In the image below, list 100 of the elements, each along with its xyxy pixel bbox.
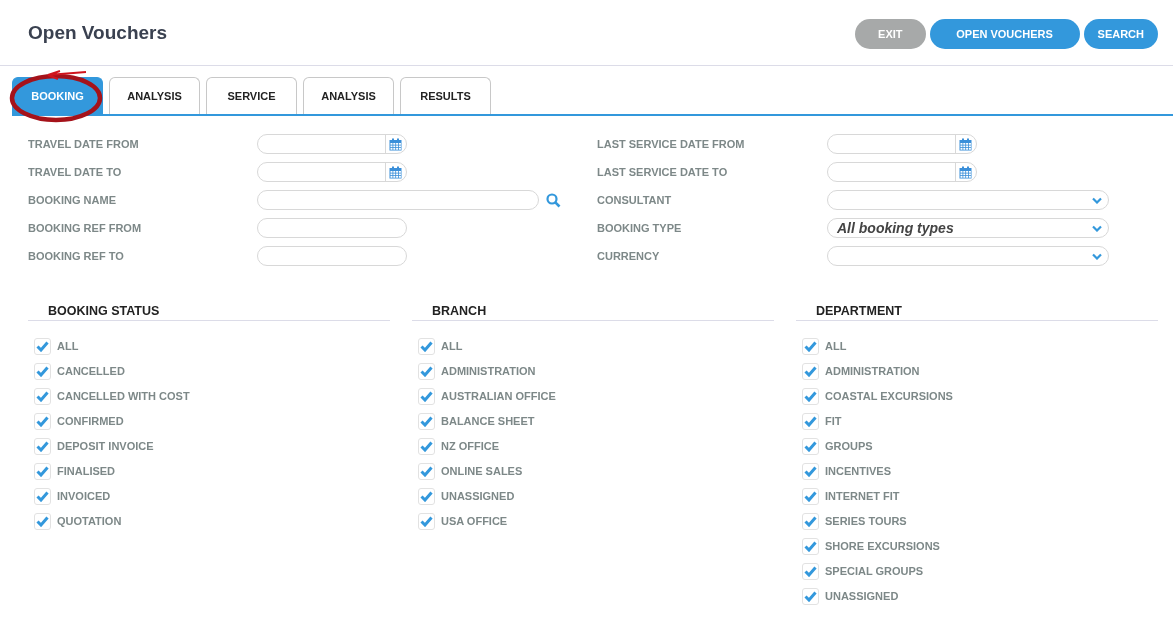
chevron-down-icon — [1092, 252, 1102, 260]
checkbox-label: SERIES TOURS — [825, 515, 907, 527]
checkbox-label: SPECIAL GROUPS — [825, 565, 924, 577]
checkbox-label: ONLINE SALES — [441, 465, 523, 477]
checkmark-icon — [36, 365, 49, 377]
checkmark-icon — [804, 440, 817, 452]
input-field[interactable] — [257, 218, 407, 238]
input-field[interactable] — [257, 246, 407, 266]
date-field[interactable] — [827, 134, 977, 154]
dropdown-field[interactable] — [827, 246, 1109, 266]
checkbox-label: ALL — [825, 340, 847, 352]
checkbox[interactable] — [34, 412, 51, 430]
checkbox-label: DEPOSIT INVOICE — [57, 440, 154, 452]
checkbox-label: INCENTIVES — [825, 465, 891, 477]
checkmark-icon — [36, 390, 49, 402]
calendar-icon[interactable] — [959, 137, 972, 151]
search-icon[interactable] — [546, 192, 561, 208]
dropdown-field[interactable] — [827, 190, 1109, 210]
checkbox-label: ADMINISTRATION — [825, 365, 920, 377]
checkmark-icon — [804, 340, 817, 352]
checkbox[interactable] — [802, 462, 819, 480]
checkmark-icon — [420, 515, 433, 527]
checkbox[interactable] — [34, 512, 51, 530]
checkmark-icon — [420, 440, 433, 452]
checkbox[interactable] — [418, 462, 435, 480]
checkbox-label: ALL — [441, 340, 463, 352]
tab[interactable]: ANALYSIS — [303, 77, 394, 114]
checkmark-icon — [36, 415, 49, 427]
calendar-icon[interactable] — [959, 165, 972, 179]
field-label: LAST SERVICE DATE FROM — [597, 138, 746, 150]
checkmark-icon — [804, 390, 817, 402]
checkbox[interactable] — [802, 537, 819, 555]
tab[interactable]: ANALYSIS — [109, 77, 200, 114]
checkbox[interactable] — [802, 587, 819, 605]
checkmark-icon — [36, 490, 49, 502]
checkmark-icon — [36, 465, 49, 477]
date-field[interactable] — [827, 162, 977, 182]
checkbox[interactable] — [418, 487, 435, 505]
checkbox[interactable] — [802, 487, 819, 505]
checkbox-label: GROUPS — [825, 440, 873, 452]
checkbox[interactable] — [34, 362, 51, 380]
checkbox[interactable] — [802, 412, 819, 430]
checkmark-icon — [804, 415, 817, 427]
checkbox[interactable] — [34, 437, 51, 455]
field-label: BOOKING REF FROM — [28, 222, 143, 234]
checkbox-label: ALL — [57, 340, 79, 352]
checkmark-icon — [804, 565, 817, 577]
dropdown-field[interactable]: All booking types — [827, 218, 1109, 238]
field-label: LAST SERVICE DATE TO — [597, 166, 729, 178]
checkmark-icon — [420, 490, 433, 502]
calendar-icon[interactable] — [389, 137, 402, 151]
checkbox[interactable] — [34, 487, 51, 505]
checkbox[interactable] — [34, 462, 51, 480]
checkbox[interactable] — [418, 387, 435, 405]
checkmark-icon — [804, 590, 817, 602]
date-field[interactable] — [257, 134, 407, 154]
checkmark-icon — [804, 365, 817, 377]
checkbox[interactable] — [802, 512, 819, 530]
section-heading: DEPARTMENT — [796, 304, 1158, 321]
checkmark-icon — [804, 540, 817, 552]
calendar-icon[interactable] — [389, 165, 402, 179]
checkbox[interactable] — [802, 562, 819, 580]
checkbox-label: NZ OFFICE — [441, 440, 500, 452]
tab[interactable]: SERVICE — [206, 77, 297, 114]
page-title: Open Vouchers — [28, 21, 167, 44]
checkbox-label: INTERNET FIT — [825, 490, 900, 502]
checkmark-icon — [420, 365, 433, 377]
checkbox-label: CONFIRMED — [57, 415, 124, 427]
checkbox-label: UNASSIGNED — [825, 590, 899, 602]
date-field[interactable] — [257, 162, 407, 182]
checkbox[interactable] — [418, 437, 435, 455]
chevron-down-icon — [1092, 196, 1102, 204]
checkbox[interactable] — [802, 387, 819, 405]
input-field[interactable] — [257, 190, 539, 210]
field-label: BOOKING NAME — [28, 194, 117, 206]
field-label: CURRENCY — [597, 250, 661, 262]
checkbox-label: ADMINISTRATION — [441, 365, 536, 377]
checkbox[interactable] — [418, 337, 435, 355]
checkmark-icon — [420, 340, 433, 352]
checkmark-icon — [420, 390, 433, 402]
checkbox[interactable] — [418, 512, 435, 530]
checkbox[interactable] — [802, 437, 819, 455]
checkbox-label: INVOICED — [57, 490, 111, 502]
tab[interactable]: RESULTS — [400, 77, 491, 114]
checkbox[interactable] — [418, 412, 435, 430]
field-label: TRAVEL DATE TO — [28, 166, 123, 178]
field-label: BOOKING TYPE — [597, 222, 683, 234]
checkbox-label: AUSTRALIAN OFFICE — [441, 390, 556, 402]
checkmark-icon — [804, 465, 817, 477]
checkbox[interactable] — [802, 362, 819, 380]
checkmark-icon — [36, 440, 49, 452]
checkbox[interactable] — [802, 337, 819, 355]
checkbox[interactable] — [34, 337, 51, 355]
checkmark-icon — [420, 465, 433, 477]
checkbox-label: COASTAL EXCURSIONS — [825, 390, 953, 402]
checkbox-label: SHORE EXCURSIONS — [825, 540, 940, 552]
checkbox[interactable] — [34, 387, 51, 405]
checkbox-label: CANCELLED — [57, 365, 125, 377]
checkbox-label: USA OFFICE — [441, 515, 508, 527]
checkbox[interactable] — [418, 362, 435, 380]
